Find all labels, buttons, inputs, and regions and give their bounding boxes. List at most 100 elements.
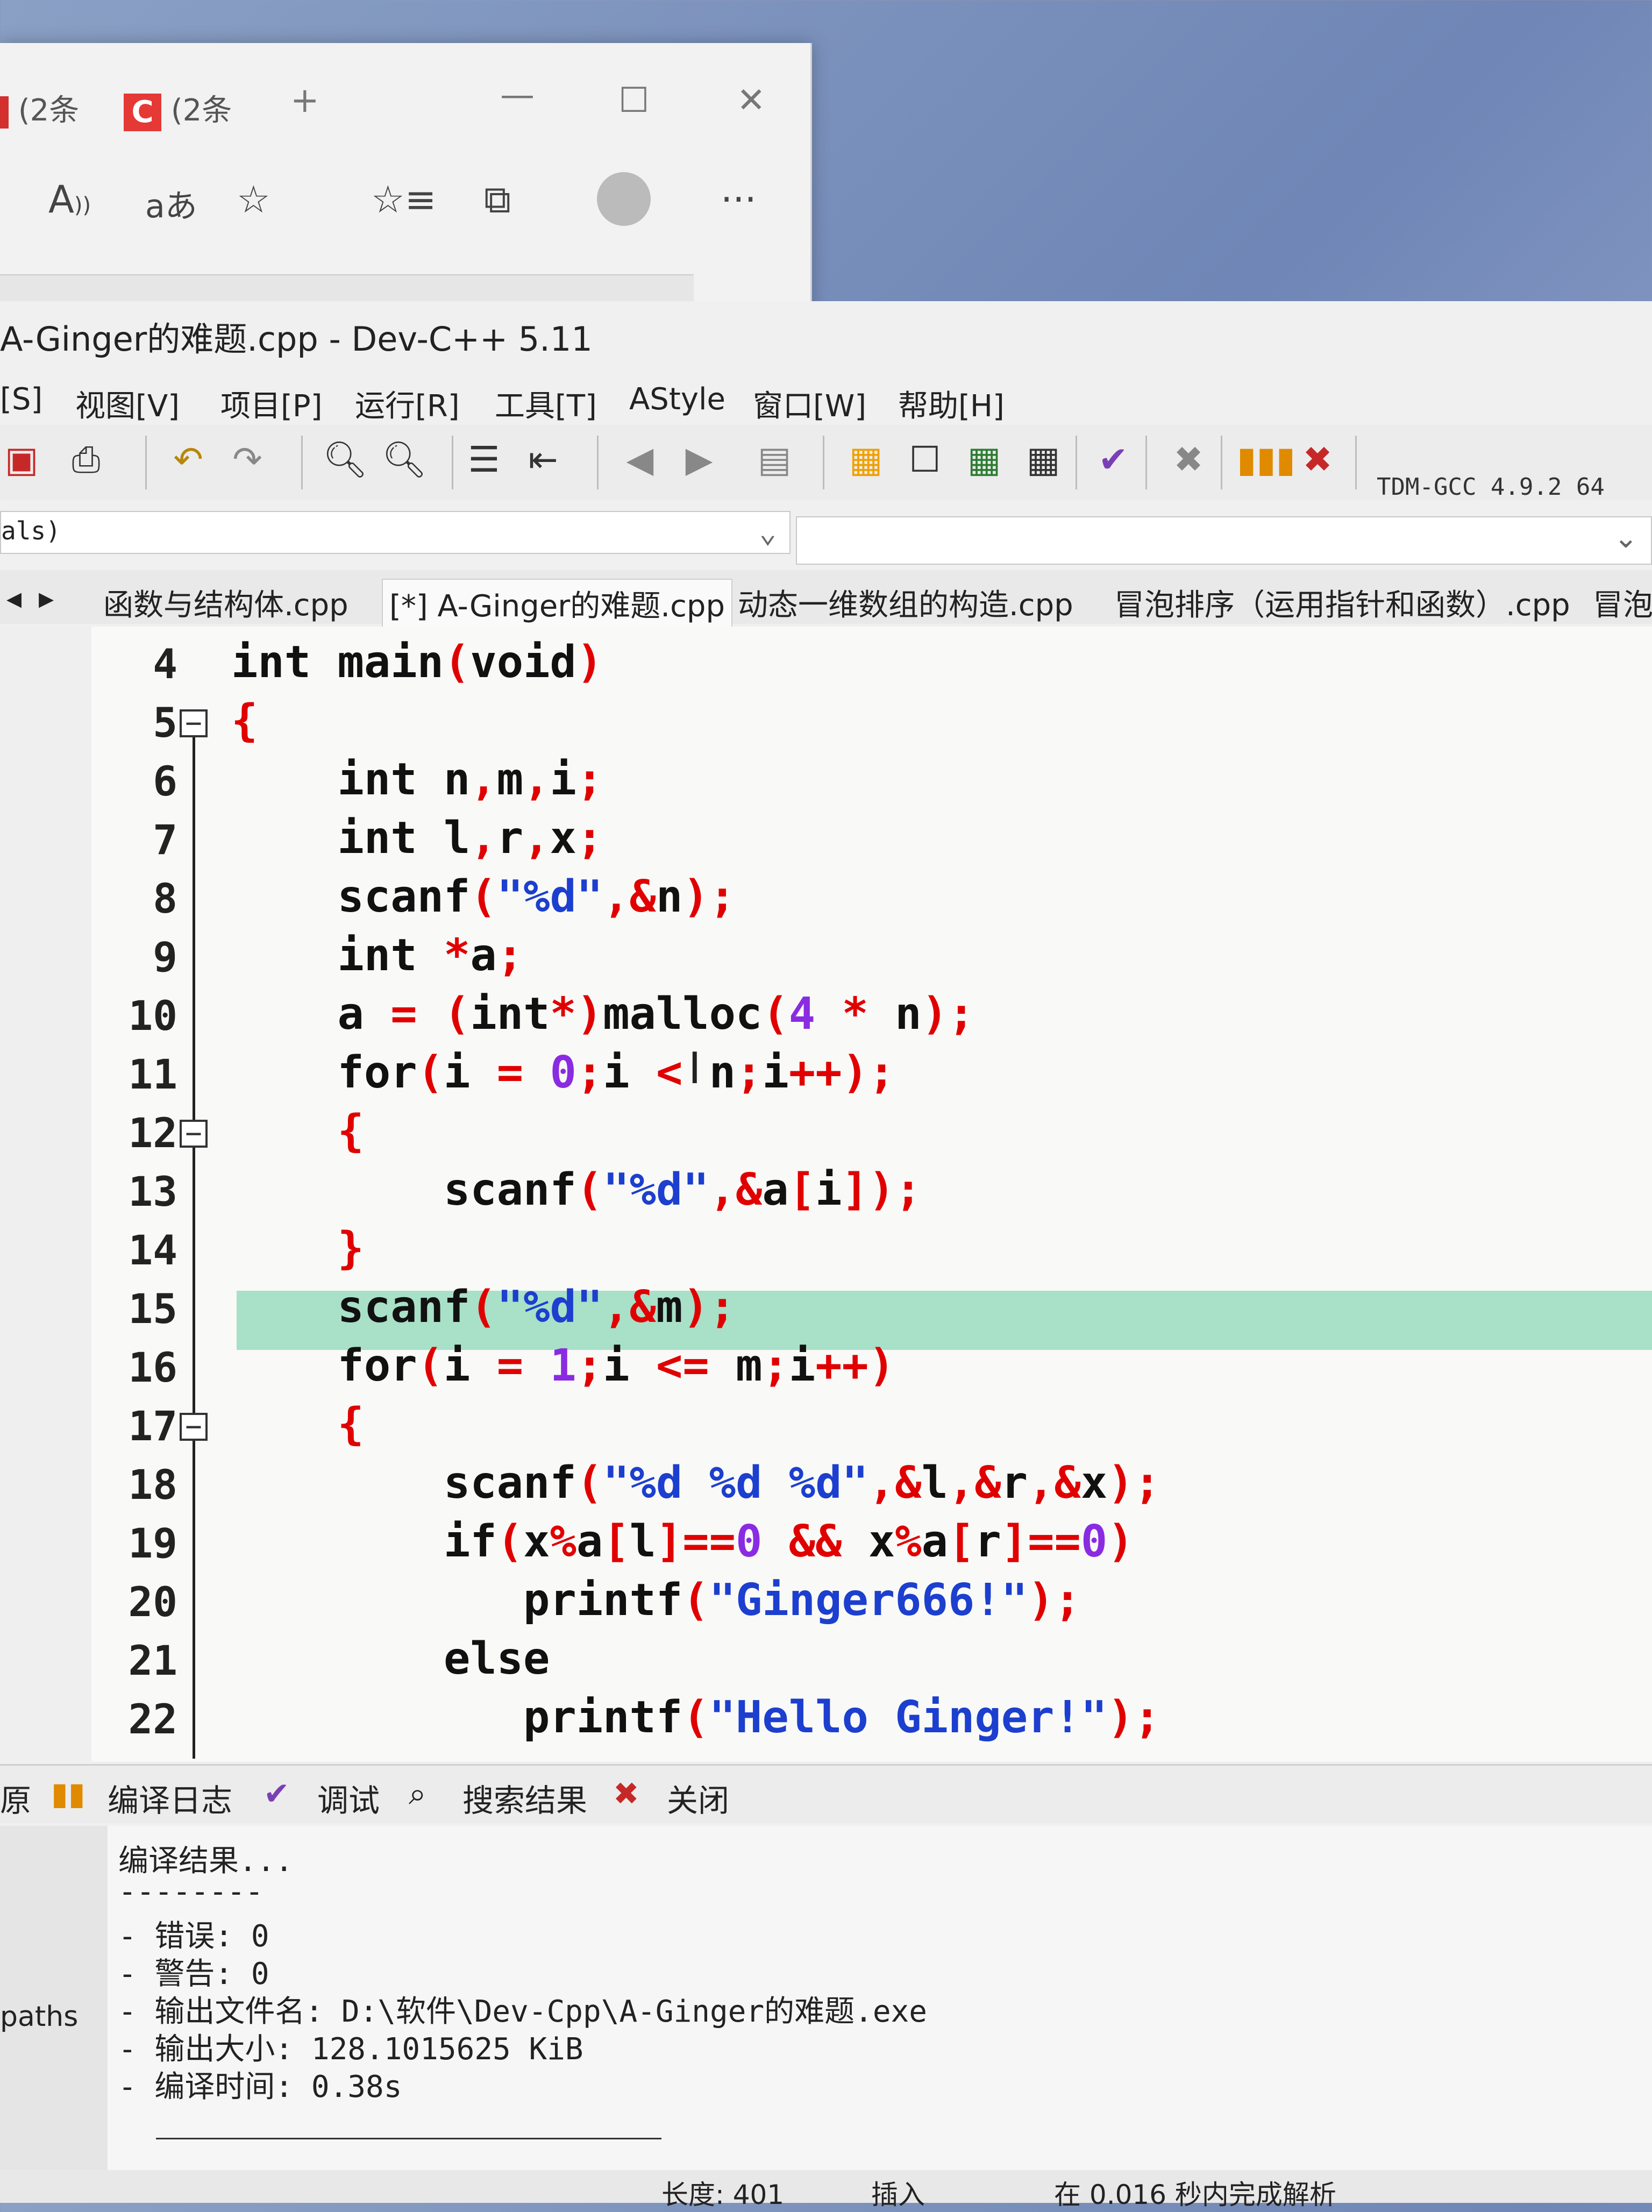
code-line[interactable]: int main(void) [231,637,603,688]
menu-window[interactable]: 窗口[W] [753,382,866,425]
tab-file-4[interactable]: 冒泡排序（运用指针和函数）.cpp [1108,579,1577,627]
code-line[interactable]: int *a; [231,930,523,981]
code-line[interactable]: scanf("%d",&n); [231,871,736,922]
output-line: 编译结果... [118,1844,294,1879]
menu-run[interactable]: 运行[R] [355,382,460,425]
translate-icon[interactable]: aあ [145,180,197,227]
print-icon[interactable]: ⎙ [65,436,108,484]
bookmark-prev-icon[interactable]: ◀ [618,436,661,484]
code-line[interactable]: if(x%a[l]==0 && x%a[r]==0) [231,1516,1134,1567]
tab-file-active[interactable]: [*] A-Ginger的难题.cpp [382,579,732,628]
run-icon[interactable]: ☐ [903,436,946,484]
code-line[interactable]: scanf("%d",&m); [231,1282,736,1333]
replace-icon[interactable]: 🔍︎ [382,436,427,484]
code-token: % [895,1516,922,1567]
code-token: ( [576,1457,603,1509]
delete-profile-icon[interactable]: ✖ [1296,436,1339,484]
rebuild-icon[interactable]: ▦ [1022,436,1065,484]
code-line[interactable]: for(i = 0;i < n;i++); [231,1047,895,1098]
code-line[interactable]: scanf("%d",&a[i]); [231,1164,922,1215]
code-line[interactable]: int n,m,i; [231,754,603,805]
stop-icon[interactable]: ✖ [1167,436,1210,484]
menu-tools[interactable]: 工具[T] [495,382,597,425]
code-line[interactable]: printf("Hello Ginger!"); [231,1692,1160,1743]
browser-tab-1[interactable]: (2条 [0,86,79,129]
code-token: ( [417,1340,444,1391]
function-combo[interactable]: als) ⌄ [0,511,791,554]
code-line[interactable]: } [231,1223,364,1274]
fold-guide [193,737,195,1759]
close-button[interactable]: ✕ [737,81,766,120]
tab-file-5[interactable]: 冒泡 [1586,579,1652,627]
compile-icon[interactable]: ▦ [844,436,887,484]
code-token: a [231,988,391,1040]
tab-search-results[interactable]: 搜索结果 [462,1775,587,1820]
read-aloud-icon[interactable]: A)) [48,177,91,222]
code-token: , [470,754,497,805]
chevron-down-icon[interactable]: ⌄ [1614,521,1638,554]
code-line[interactable]: for(i = 1;i <= m;i++) [231,1340,895,1391]
tab-close[interactable]: 关闭 [667,1775,729,1820]
code-token: ( [682,1692,709,1743]
browser-tab-2[interactable]: C (2条 [124,86,232,131]
code-token: ,& [603,871,656,922]
line-number: 18 [128,1461,177,1509]
bookmark-icon[interactable]: ▤ [753,436,796,484]
minimize-button[interactable]: — [500,75,535,115]
line-number: 5 [153,699,177,746]
code-token: ; [576,813,603,864]
compiler-select[interactable]: TDM-GCC 4.9.2 64 [1377,473,1605,501]
tab-debug[interactable]: 调试 [317,1775,380,1820]
more-icon[interactable]: ··· [721,177,757,222]
unindent-icon[interactable]: ⇤ [522,436,565,484]
chevron-down-icon[interactable]: ⌄ [759,515,777,549]
favorites-icon[interactable]: ☆≡ [371,177,436,222]
favorite-add-icon[interactable]: ☆ [237,177,270,222]
profile-icon[interactable] [597,172,651,226]
find-icon[interactable]: 🔍︎ [323,436,368,484]
tab-resources[interactable]: 原 [0,1775,31,1820]
code-line[interactable]: else [231,1633,550,1684]
redo-icon[interactable]: ↷ [226,436,269,484]
indent-icon[interactable]: ☰ [462,436,505,484]
code-token: ; [576,1047,603,1098]
code-token: else [231,1633,550,1684]
fold-toggle-icon[interactable]: − [180,1413,208,1441]
code-line[interactable]: a = (int*)malloc(4 * n); [231,988,974,1040]
tab-compile-log[interactable]: 编译日志 [108,1775,232,1820]
profile-chart-icon[interactable]: ▮▮▮ [1237,436,1295,484]
maximize-button[interactable]: ☐ [618,81,649,120]
menu-astyle[interactable]: AStyle [629,382,725,417]
code-token: i [762,1047,789,1098]
new-tab-button[interactable]: + [290,81,319,120]
bookmark-next-icon[interactable]: ▶ [678,436,721,484]
tab-scroll-left-icon[interactable]: ◂ [0,579,28,618]
menu-project[interactable]: 项目[P] [220,382,322,425]
code-line[interactable]: int l,r,x; [231,813,603,864]
code-line[interactable]: printf("Ginger666!"); [231,1575,1081,1626]
close-icon: ✖ [613,1775,639,1812]
menu-help[interactable]: 帮助[H] [898,382,1005,425]
compile-run-icon[interactable]: ▦ [963,436,1006,484]
code-line[interactable]: { [231,1399,364,1450]
fold-toggle-icon[interactable]: − [180,709,208,737]
menu-search[interactable]: [S] [0,382,42,417]
code-line[interactable]: scanf("%d %d %d",&l,&r,&x); [231,1457,1160,1509]
save-all-icon[interactable]: ▣ [0,436,43,484]
code-token: ++); [788,1047,895,1098]
menu-view[interactable]: 视图[V] [75,382,180,425]
code-line[interactable]: { [231,1106,364,1157]
line-number: 9 [153,933,177,981]
class-combo[interactable]: ⌄ [796,516,1652,565]
debug-check-icon[interactable]: ✔ [1092,436,1135,484]
code-token: 0 [1080,1516,1108,1567]
collections-icon[interactable]: ⧉ [484,177,511,222]
fold-toggle-icon[interactable]: − [180,1120,208,1148]
undo-icon[interactable]: ↶ [167,436,210,484]
tab-file-3[interactable]: 动态一维数组的构造.cpp [731,579,1080,627]
tab-scroll-right-icon[interactable]: ▸ [32,579,60,618]
tab-file-1[interactable]: 函数与结构体.cpp [97,579,355,627]
code-line[interactable]: { [231,695,258,746]
code-token: i [550,754,576,805]
